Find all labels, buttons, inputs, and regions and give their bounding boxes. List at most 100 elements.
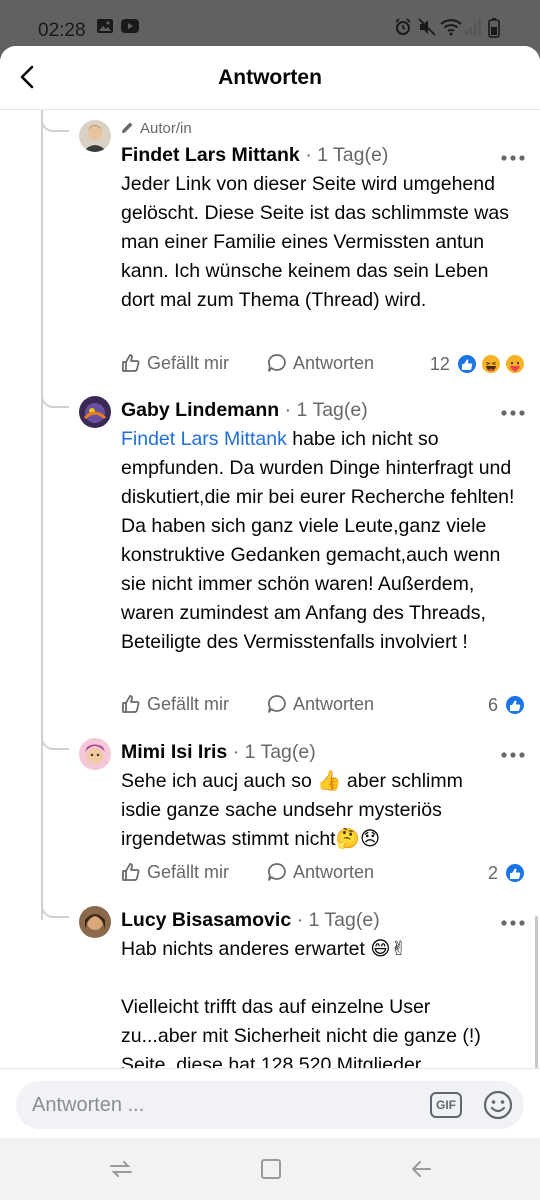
comment-text-line: Vielleicht trifft das auf einzelne User (121, 996, 431, 1018)
comment-text-line: isdie ganze sache undsehr mysteriös (121, 799, 442, 821)
separator: · (305, 144, 312, 166)
reactions-summary[interactable]: 6 (488, 691, 526, 717)
thread-branch (41, 896, 69, 918)
reply-input-container[interactable]: GIF (16, 1081, 524, 1129)
reactions-summary[interactable]: 12 (430, 350, 526, 376)
like-reaction-icon (455, 353, 478, 376)
recent-apps-icon[interactable] (108, 1158, 134, 1180)
reaction-count: 12 (429, 354, 450, 375)
like-button[interactable]: Gefällt mir (121, 691, 229, 717)
speech-bubble-icon (268, 863, 286, 881)
reply-label: Antworten (293, 694, 375, 714)
separator: · (296, 909, 304, 931)
battery-icon (488, 18, 500, 43)
like-reaction-icon (504, 694, 526, 717)
like-label: Gefällt mir (147, 353, 230, 373)
comment-actions: Gefällt mir Antworten 6 (121, 691, 526, 717)
thumbs-up-icon (122, 863, 140, 881)
comment-time[interactable]: 1 Tag(e) (309, 909, 380, 931)
comment-actions: Gefällt mir Antworten 12 (121, 350, 526, 376)
commenter-name[interactable]: Findet Lars Mittank (121, 144, 300, 166)
comment-time[interactable]: 1 Tag(e) (297, 399, 368, 421)
mention-link[interactable]: Findet Lars Mittank (121, 428, 287, 450)
author-badge-label: Autor/in (140, 120, 192, 137)
comment-text-line: Sehe ich aucj auch so 👍 aber schlimm (121, 770, 463, 792)
reply-input[interactable] (32, 1081, 412, 1129)
pencil-icon (122, 122, 133, 133)
avatar[interactable] (79, 906, 111, 938)
thread-branch (41, 728, 69, 750)
comment-header: Lucy Bisasamovic · 1 Tag(e) (121, 909, 380, 932)
comment-text: Findet Lars Mittank habe ich nicht so em… (121, 425, 526, 657)
thread-branch (41, 110, 69, 132)
back-icon[interactable] (408, 1158, 434, 1180)
like-label: Gefällt mir (147, 862, 230, 882)
comment-time[interactable]: 1 Tag(e) (317, 144, 388, 166)
thread-branch (41, 386, 69, 408)
commenter-name[interactable]: Mimi Isi Iris (121, 741, 227, 763)
thumbs-up-icon (122, 354, 140, 372)
alarm-icon (394, 18, 412, 41)
comment-header: Findet Lars Mittank · 1 Tag(e) (121, 144, 388, 167)
more-options-icon[interactable] (500, 405, 526, 416)
like-label: Gefällt mir (147, 694, 230, 714)
reaction-count: 2 (487, 863, 498, 884)
status-time: 02:28 (38, 20, 86, 41)
avatar[interactable] (79, 120, 111, 152)
reply-button[interactable]: Antworten (267, 691, 374, 717)
care-reaction-icon (504, 353, 526, 376)
comment-time[interactable]: 1 Tag(e) (245, 741, 316, 763)
author-badge: Autor/in (121, 120, 192, 137)
speech-bubble-icon (268, 695, 286, 713)
more-options-icon[interactable] (500, 747, 526, 758)
avatar[interactable] (79, 738, 111, 770)
wifi-icon (440, 18, 462, 41)
comment-text: Jeder Link von dieser Seite wird umgehen… (121, 173, 509, 311)
reply-composer: GIF (0, 1068, 540, 1138)
header: Antworten (0, 46, 540, 110)
commenter-name[interactable]: Gaby Lindemann (121, 399, 279, 421)
comment-header: Mimi Isi Iris · 1 Tag(e) (121, 741, 316, 764)
emoji-icon[interactable] (482, 1089, 514, 1121)
haha-reaction-icon (479, 353, 502, 376)
thumbs-up-icon (122, 695, 140, 713)
status-bar: 02:28 (0, 0, 540, 46)
reaction-count: 6 (487, 695, 498, 716)
reply-label: Antworten (293, 862, 375, 882)
gif-button[interactable]: GIF (430, 1092, 462, 1118)
comment-header: Gaby Lindemann · 1 Tag(e) (121, 399, 368, 422)
home-icon[interactable] (258, 1158, 284, 1180)
comment-text: Hab nichts anderes erwartet 😄✌ Vielleich… (121, 935, 526, 1068)
avatar[interactable] (79, 396, 111, 428)
like-button[interactable]: Gefällt mir (121, 859, 229, 885)
scrollbar-thumb[interactable] (535, 916, 538, 1068)
gallery-notification-icon (96, 18, 114, 39)
reply-button[interactable]: Antworten (267, 859, 374, 885)
comment-actions: Gefällt mir Antworten 2 (121, 859, 526, 885)
signal-icon (464, 18, 482, 41)
comment-text-line: Seite, diese hat 128.520 Mitglieder (121, 1054, 422, 1068)
separator: · (232, 741, 240, 763)
more-options-icon[interactable] (500, 915, 526, 926)
thread-line (41, 110, 43, 920)
comment-text: Sehe ich aucj auch so 👍 aber schlimm isd… (121, 767, 526, 854)
comment-text-line: zu...aber mit Sicherheit nicht die ganze… (121, 1025, 481, 1047)
like-button[interactable]: Gefällt mir (121, 350, 229, 376)
mute-icon (418, 18, 436, 41)
like-reaction-icon (504, 862, 526, 885)
separator: · (284, 399, 292, 421)
commenter-name[interactable]: Lucy Bisasamovic (121, 909, 291, 931)
more-options-icon[interactable] (500, 150, 526, 161)
replies-sheet: Antworten Autor/in Findet Lars Mittank ·… (0, 46, 540, 1138)
reactions-summary[interactable]: 2 (488, 859, 526, 885)
comment-body: habe ich nicht so empfunden. Da wurden D… (121, 428, 515, 653)
speech-bubble-icon (268, 354, 286, 372)
youtube-notification-icon (120, 18, 140, 39)
comment-thread[interactable]: Autor/in Findet Lars Mittank · 1 Tag(e) … (0, 110, 540, 1068)
comment-text-line: irgendetwas stimmt nicht🤔😞 (121, 828, 381, 850)
system-navigation-bar (0, 1138, 540, 1200)
comment-text-line: Hab nichts anderes erwartet 😄✌ (121, 938, 407, 960)
reply-label: Antworten (293, 353, 375, 373)
reply-button[interactable]: Antworten (267, 350, 374, 376)
